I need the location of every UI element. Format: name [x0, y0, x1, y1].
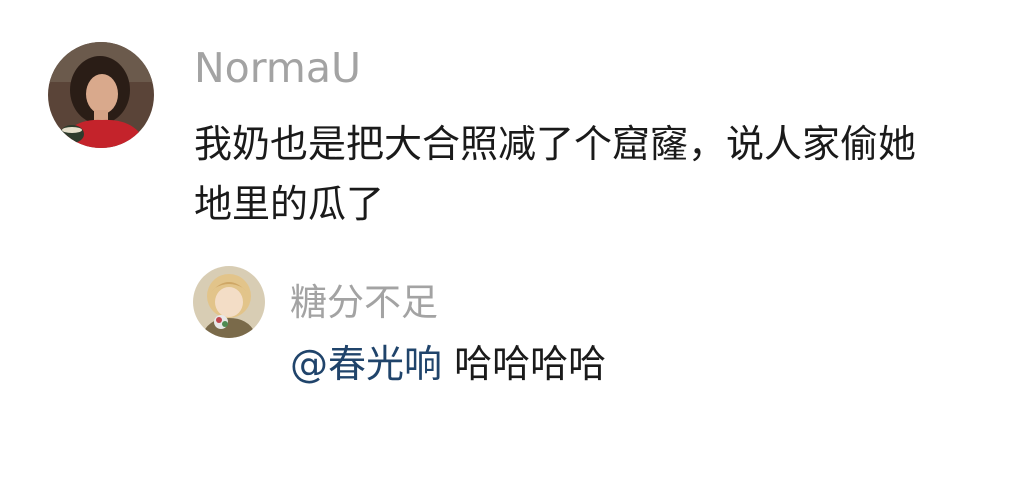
comment-text-line: 地里的瓜了: [194, 182, 385, 226]
comment-thread-screen: { "comments": [ { "username": "NormaU", …: [0, 0, 1029, 500]
mention-link[interactable]: @春光响: [290, 342, 442, 386]
user-avatar-image: [193, 266, 265, 338]
reply-text-content: 哈哈哈哈: [454, 342, 607, 386]
comment-text-line: 我奶也是把大合照减了个窟窿，说人家偷她: [194, 122, 917, 166]
reply-text: @春光响 哈哈哈哈: [290, 340, 606, 388]
comment-text: 我奶也是把大合照减了个窟窿，说人家偷她 地里的瓜了: [194, 114, 1014, 234]
user-avatar-image: [48, 42, 154, 148]
avatar[interactable]: [48, 42, 154, 148]
avatar[interactable]: [193, 266, 265, 338]
reply-username[interactable]: 糖分不足: [290, 272, 438, 326]
comment-username[interactable]: NormaU: [194, 44, 361, 92]
